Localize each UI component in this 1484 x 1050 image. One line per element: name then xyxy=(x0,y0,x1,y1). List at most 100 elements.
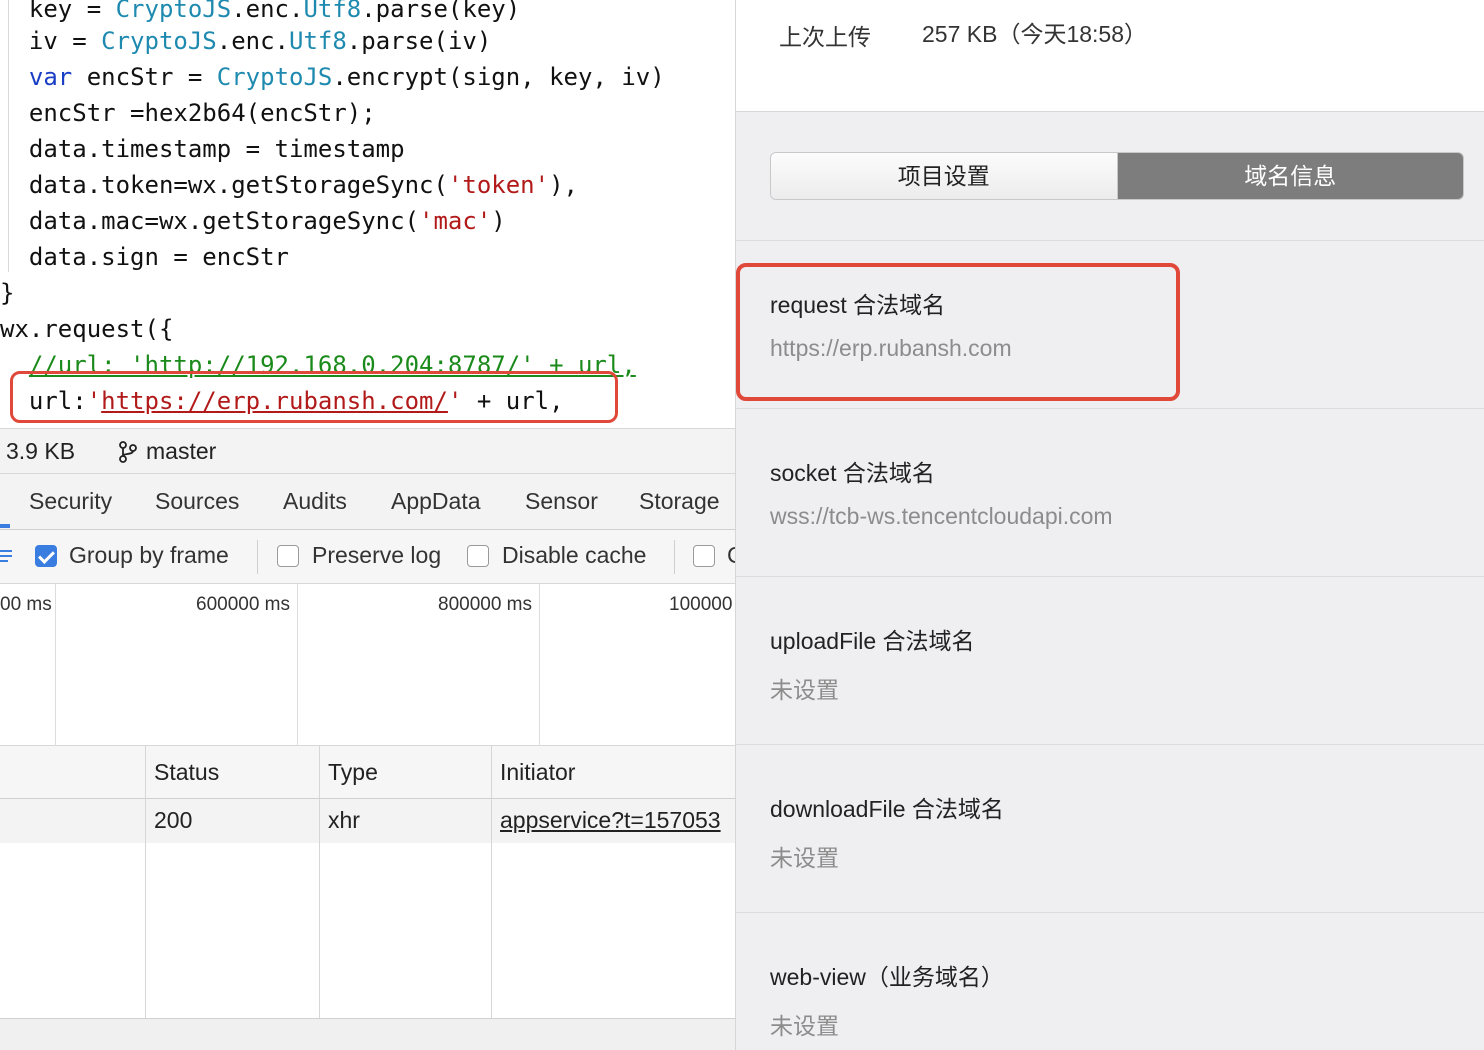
timeline-tick-label: 600000 ms xyxy=(196,594,291,615)
network-toolbar: Group by frame Preserve log Disable cach… xyxy=(0,530,735,584)
code-token: 'mac' xyxy=(419,207,492,235)
code-token: CryptoJS xyxy=(216,63,333,91)
timeline-gridline xyxy=(539,584,540,746)
code-line: data.token=wx.getStorageSync('token'), xyxy=(0,167,578,203)
code-token: wx.request({ xyxy=(0,315,174,343)
code-token: CryptoJS xyxy=(115,0,232,23)
project-details-pane: 上次上传 257 KB（今天18:58） 项目设置 域名信息 request 合… xyxy=(735,0,1484,1050)
disable-cache-label[interactable]: Disable cache xyxy=(502,542,646,569)
code-token: } xyxy=(0,279,15,307)
code-token: Utf8 xyxy=(303,0,362,23)
timeline-tick-label: 800000 ms xyxy=(438,594,533,615)
code-line: encStr =hex2b64(encStr); xyxy=(0,95,376,131)
code-token: iv = xyxy=(0,27,102,55)
code-token: ), xyxy=(549,171,578,199)
disable-cache-checkbox[interactable] xyxy=(467,545,489,567)
code-line: } xyxy=(0,275,14,311)
timeline-gridline xyxy=(297,584,298,746)
column-divider xyxy=(491,746,492,1020)
network-requests-table: Status Type Initiator 200 xhr appservice… xyxy=(0,746,735,1050)
cell-initiator-link[interactable]: appservice?t=157053 xyxy=(500,807,721,834)
column-header-initiator[interactable]: Initiator xyxy=(500,759,575,786)
git-branch-icon xyxy=(119,440,137,463)
network-summary-bar xyxy=(0,1018,735,1050)
group-by-frame-label[interactable]: Group by frame xyxy=(69,542,229,569)
toolbar-divider xyxy=(674,540,675,574)
code-token: data.token=wx.getStorageSync( xyxy=(0,171,448,199)
domain-title-downloadfile: downloadFile 合法域名 xyxy=(770,796,1004,822)
code-token: 'token' xyxy=(447,171,550,199)
tab-sources[interactable]: Sources xyxy=(155,488,239,515)
active-tab-indicator xyxy=(0,524,10,528)
code-token: data.sign = encStr xyxy=(0,243,289,271)
code-token: CryptoJS xyxy=(101,27,217,55)
tab-storage[interactable]: Storage xyxy=(639,488,720,515)
domain-value-uploadfile: 未设置 xyxy=(770,677,839,703)
column-divider xyxy=(145,746,146,1020)
table-row[interactable]: 200 xhr appservice?t=157053 xyxy=(0,799,735,843)
column-header-type[interactable]: Type xyxy=(328,759,378,786)
section-divider xyxy=(736,576,1484,577)
table-header: Status Type Initiator xyxy=(0,746,735,799)
last-upload-info: 上次上传 257 KB（今天18:58） xyxy=(736,0,1484,112)
section-divider xyxy=(736,912,1484,913)
project-tab-switcher: 项目设置 域名信息 xyxy=(770,152,1464,200)
git-branch-name: master xyxy=(146,438,217,464)
editor-status-bar: 3.9 KB master xyxy=(0,428,735,474)
code-line: data.timestamp = timestamp xyxy=(0,131,405,167)
code-token: .enc. xyxy=(216,27,289,55)
timeline-gridline xyxy=(55,584,56,746)
file-size: 3.9 KB xyxy=(6,438,76,464)
toolbar-divider xyxy=(257,540,258,574)
domain-value-socket: wss://tcb-ws.tencentcloudapi.com xyxy=(770,503,1113,529)
code-token: .enc. xyxy=(231,0,304,23)
domain-title-socket: socket 合法域名 xyxy=(770,460,935,486)
timeline-tick-label: 00 ms xyxy=(0,594,52,615)
tab-domain-info[interactable]: 域名信息 xyxy=(1117,153,1463,199)
last-upload-value: 257 KB（今天18:58） xyxy=(922,21,1148,47)
domain-title-uploadfile: uploadFile 合法域名 xyxy=(770,628,975,654)
network-timeline-overview[interactable]: 00 ms 600000 ms 800000 ms 100000 xyxy=(0,584,735,746)
offline-checkbox[interactable] xyxy=(693,545,715,567)
code-token: key = xyxy=(0,0,116,23)
code-line: var encStr = CryptoJS.encrypt(sign, key,… xyxy=(0,59,665,95)
code-token: .parse(iv) xyxy=(346,27,492,55)
domain-title-webview: web-view（业务域名） xyxy=(770,964,1004,990)
code-line: data.sign = encStr xyxy=(0,239,289,275)
code-line: wx.request({ xyxy=(0,311,173,347)
devtools-left-pane: key = CryptoJS.enc.Utf8.parse(key) iv = … xyxy=(0,0,735,1050)
devtools-tabs: Security Sources Audits AppData Sensor S… xyxy=(0,474,735,530)
code-token: data.timestamp = timestamp xyxy=(0,135,405,163)
highlight-box-url-line xyxy=(10,371,618,423)
highlight-box-request-domain xyxy=(736,263,1180,401)
section-divider xyxy=(736,744,1484,745)
code-token: .parse(key) xyxy=(361,0,521,23)
code-token: encStr = xyxy=(72,63,217,91)
code-editor[interactable]: key = CryptoJS.enc.Utf8.parse(key) iv = … xyxy=(0,0,735,428)
git-branch[interactable]: master xyxy=(116,438,216,465)
code-token: data.mac=wx.getStorageSync( xyxy=(0,207,420,235)
code-token: Utf8 xyxy=(289,27,347,55)
last-upload-label: 上次上传 xyxy=(779,24,871,50)
group-by-frame-checkbox[interactable] xyxy=(35,545,57,567)
preserve-log-checkbox[interactable] xyxy=(277,545,299,567)
filter-icon[interactable] xyxy=(0,550,12,564)
column-header-status[interactable]: Status xyxy=(154,759,219,786)
timeline-tick-label: 100000 xyxy=(669,594,733,615)
cell-type: xhr xyxy=(328,807,360,833)
preserve-log-label[interactable]: Preserve log xyxy=(312,542,441,569)
code-token: ) xyxy=(491,207,506,235)
column-divider xyxy=(319,746,320,1020)
tab-project-settings[interactable]: 项目设置 xyxy=(771,153,1118,199)
tab-audits[interactable]: Audits xyxy=(283,488,347,515)
tab-appdata[interactable]: AppData xyxy=(391,488,481,515)
code-line: data.mac=wx.getStorageSync('mac') xyxy=(0,203,506,239)
offline-label[interactable]: C xyxy=(727,542,735,569)
tab-security[interactable]: Security xyxy=(29,488,112,515)
domain-value-webview: 未设置 xyxy=(770,1013,839,1039)
code-token: .encrypt(sign, key, iv) xyxy=(332,63,665,91)
code-line: iv = CryptoJS.enc.Utf8.parse(iv) xyxy=(0,23,491,59)
cell-status: 200 xyxy=(154,807,193,833)
tab-sensor[interactable]: Sensor xyxy=(525,488,598,515)
